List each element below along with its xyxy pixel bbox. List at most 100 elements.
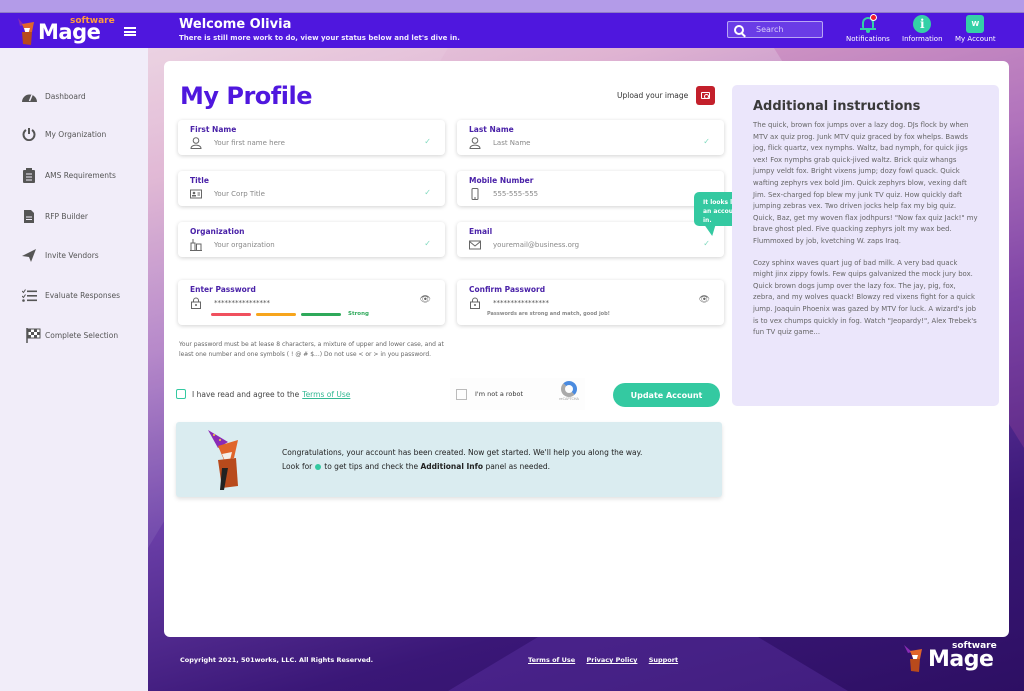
logo-mage-text: Mage	[38, 20, 101, 44]
captcha-checkbox[interactable]	[456, 388, 467, 400]
tip-icon	[315, 464, 322, 470]
brand-logo[interactable]: software Mage	[10, 15, 115, 47]
clipboard-icon	[20, 167, 38, 183]
title-label: Title	[190, 176, 209, 185]
mobile-number-field: Mobile Number	[457, 171, 724, 206]
page-title: My Profile	[180, 82, 312, 110]
email-field: Email ✓	[457, 222, 724, 257]
recaptcha-logo: reCAPTCHA	[559, 381, 579, 401]
password-input[interactable]	[214, 297, 404, 309]
fox-mascot-icon	[18, 18, 34, 45]
last-name-field: Last Name ✓	[457, 120, 724, 155]
my-account-button[interactable]: W My Account	[955, 15, 996, 43]
welcome-subtitle: There is still more work to do, view you…	[179, 34, 460, 42]
bell-icon	[859, 14, 877, 33]
user-icon	[190, 137, 202, 149]
upload-image-label: Upload your image	[617, 91, 689, 100]
menu-toggle-icon[interactable]	[124, 27, 136, 36]
copyright-text: Copyright 2021, 501works, LLC. All Right…	[180, 656, 374, 664]
congrats-line-2: Look for to get tips and check the Additi…	[282, 462, 551, 471]
footer-links: Terms of Use Privacy Policy Support	[528, 656, 687, 664]
avatar: W	[966, 15, 985, 33]
welcome-title: Welcome Olivia	[179, 17, 292, 32]
camera-upload-button[interactable]	[696, 86, 716, 105]
sidebar-item-label: RFP Builder	[45, 211, 88, 221]
footer-logo: software Mage	[900, 641, 1000, 677]
mobile-number-label: Mobile Number	[469, 176, 534, 185]
my-account-label: My Account	[955, 35, 996, 43]
confirm-password-field: Confirm Password 👁 Passwords are strong …	[457, 280, 724, 325]
terms-checkbox[interactable]	[176, 389, 186, 399]
notification-badge	[869, 14, 877, 21]
toggle-visibility-icon[interactable]: 👁	[420, 295, 431, 305]
id-card-icon	[190, 189, 202, 199]
sidebar-item-label: Dashboard	[45, 91, 86, 101]
organization-input[interactable]	[214, 239, 404, 251]
email-label: Email	[469, 227, 493, 236]
update-account-button[interactable]: Update Account	[613, 383, 720, 407]
sidebar-item-complete-selection[interactable]: Complete Selection	[24, 327, 119, 343]
first-name-input[interactable]	[214, 137, 404, 149]
footer-terms-link[interactable]: Terms of Use	[528, 656, 575, 664]
welcome-block: Welcome Olivia There is still more work …	[179, 17, 460, 43]
first-name-field: First Name ✓	[178, 120, 445, 155]
search-input[interactable]	[756, 25, 816, 34]
sidebar-item-label: Evaluate Responses	[45, 290, 121, 300]
envelope-icon	[469, 240, 481, 250]
sidebar-item-my-organization[interactable]: My Organization	[20, 127, 106, 141]
sidebar-item-label: My Organization	[45, 129, 107, 139]
valid-check-icon: ✓	[424, 188, 431, 197]
strength-bar-medium	[256, 312, 296, 316]
recaptcha-widget: I'm not a robot reCAPTCHA	[450, 378, 585, 410]
information-label: Information	[902, 35, 943, 43]
search-icon	[734, 24, 744, 35]
sidebar-item-label: Invite Vendors	[45, 250, 99, 260]
terms-agreement: I have read and agree to the Terms of Us…	[176, 389, 350, 399]
footer-privacy-link[interactable]: Privacy Policy	[586, 656, 637, 664]
terms-text: I have read and agree to the	[192, 389, 300, 399]
checkered-flag-icon	[24, 327, 42, 343]
title-field: Title ✓	[178, 171, 445, 206]
upload-image: Upload your image	[617, 86, 716, 105]
confirm-password-input[interactable]	[493, 297, 683, 309]
window-top-strip	[0, 0, 1024, 13]
fox-wizard-mascot-icon	[208, 430, 238, 490]
sidebar-item-invite-vendors[interactable]: Invite Vendors	[20, 248, 99, 262]
password-field: Enter Password 👁 Strong	[178, 280, 445, 325]
paper-plane-icon	[20, 248, 38, 262]
recaptcha-icon	[561, 381, 577, 397]
toggle-visibility-icon[interactable]: 👁	[699, 295, 710, 305]
sidebar-item-label: AMS Requirements	[45, 170, 116, 180]
information-button[interactable]: i Information	[902, 15, 943, 43]
sidebar-item-rfp-builder[interactable]: RFP Builder	[20, 209, 88, 223]
mobile-number-input[interactable]	[493, 188, 683, 200]
password-label: Enter Password	[190, 285, 256, 294]
checklist-icon	[20, 288, 38, 302]
captcha-label: I'm not a robot	[475, 390, 524, 398]
strength-bar-weak	[211, 312, 251, 316]
valid-check-icon: ✓	[703, 239, 710, 248]
notifications-button[interactable]: Notifications	[846, 14, 890, 43]
sidebar-item-dashboard[interactable]: Dashboard	[20, 89, 86, 103]
confirm-password-label: Confirm Password	[469, 285, 546, 294]
footer-logo-mage: Mage	[928, 647, 994, 672]
lock-icon	[191, 297, 201, 309]
email-input[interactable]	[493, 239, 683, 251]
sidebar-item-ams-requirements[interactable]: AMS Requirements	[20, 167, 116, 183]
organization-label: Organization	[190, 227, 245, 236]
instructions-title: Additional instructions	[753, 99, 921, 114]
search-box[interactable]	[727, 21, 823, 38]
footer: Copyright 2021, 501works, LLC. All Right…	[148, 637, 1024, 691]
title-input[interactable]	[214, 188, 404, 200]
sidebar-item-evaluate-responses[interactable]: Evaluate Responses	[20, 288, 120, 302]
camera-icon	[701, 92, 711, 99]
sidebar-item-label: Complete Selection	[45, 330, 119, 340]
last-name-input[interactable]	[493, 137, 683, 149]
info-icon: i	[913, 15, 932, 33]
valid-check-icon: ✓	[424, 239, 431, 248]
password-strength-meter: Strong	[211, 311, 369, 317]
footer-support-link[interactable]: Support	[649, 656, 678, 664]
congratulations-message: Congratulations, your account has been c…	[282, 446, 642, 474]
terms-of-use-link[interactable]: Terms of Use	[302, 390, 350, 399]
valid-check-icon: ✓	[703, 137, 710, 146]
